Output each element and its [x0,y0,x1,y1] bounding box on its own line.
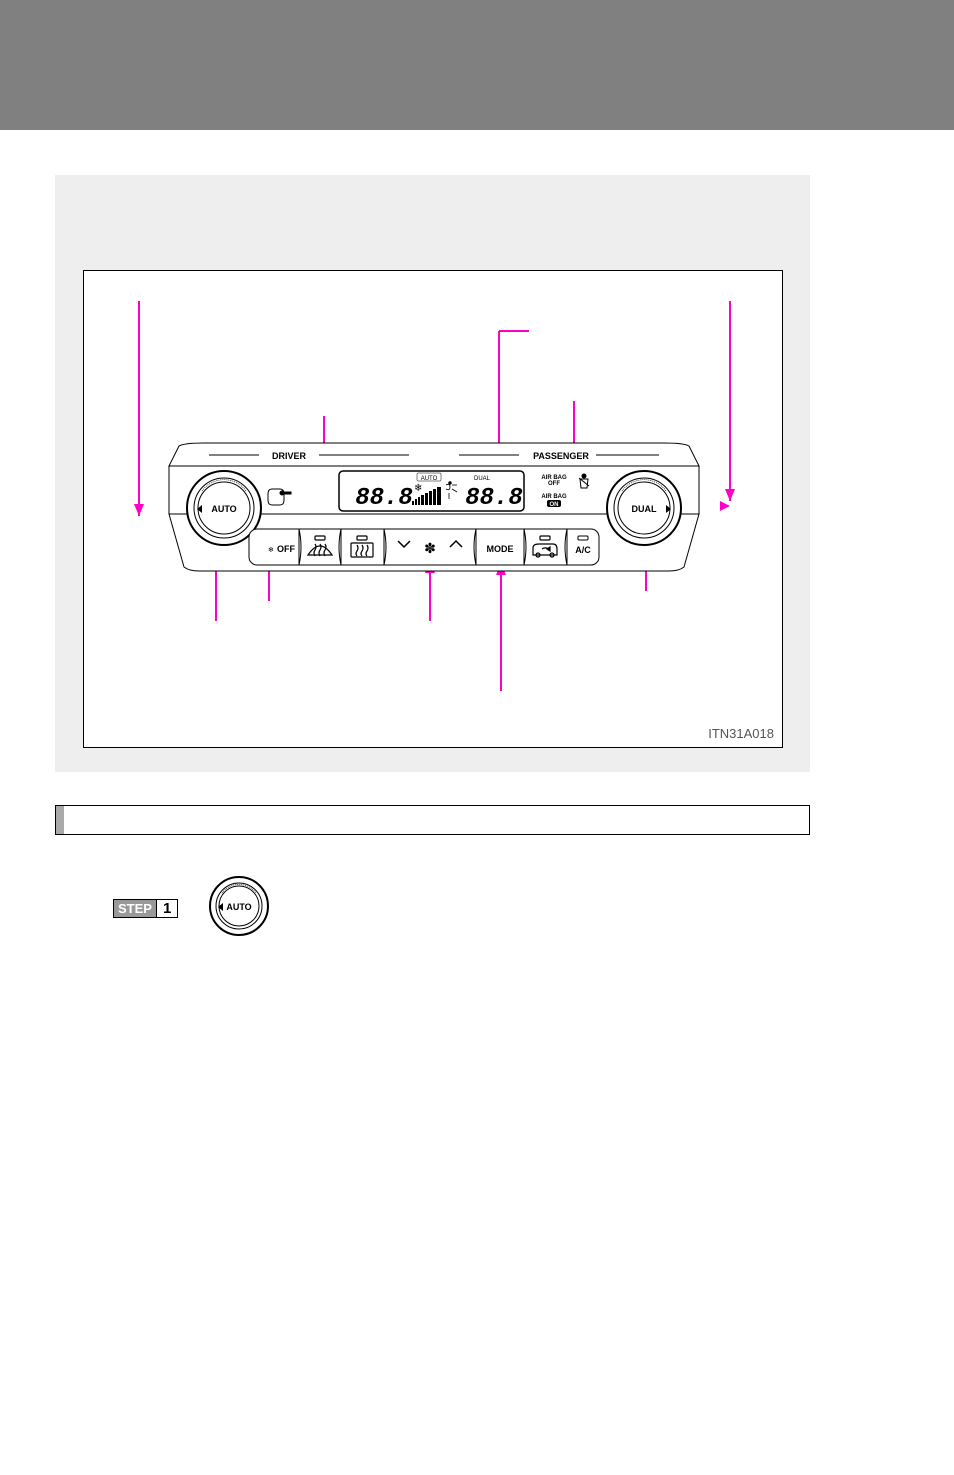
lcd-display: 88.8 AUTO ❄ [339,471,524,512]
svg-text:AUTO: AUTO [227,902,252,912]
svg-text:A/C: A/C [575,545,591,555]
climate-panel-illustration: DRIVER PASSENGER AUTO [84,271,784,749]
lcd-right-temp: 88.8 [465,485,523,512]
section-bar [55,805,810,835]
auto-knob-label: AUTO [211,504,236,514]
climate-panel-body: DRIVER PASSENGER AUTO [169,443,699,571]
diagram-panel: DRIVER PASSENGER AUTO [55,175,810,772]
svg-text:ON: ON [550,502,559,508]
svg-text:AIR BAG: AIR BAG [541,494,567,500]
step-label: STEP [114,900,156,917]
button-row: ❄ OFF [249,529,599,565]
diagram-frame: DRIVER PASSENGER AUTO [83,270,783,748]
header-band [0,0,954,130]
svg-text:OFF: OFF [548,481,560,487]
svg-text:❄: ❄ [414,483,422,494]
step-number: 1 [156,900,177,917]
diagram-code: ITN31A018 [708,726,774,741]
step-row: STEP 1 AUTO [55,875,270,942]
mode-button-label: MODE [487,544,514,554]
passenger-label: PASSENGER [533,451,589,461]
snowflake-icon: ❄ [268,546,274,554]
off-button-label: OFF [277,544,295,554]
step-auto-knob-illustration: AUTO [208,875,270,942]
dual-knob-label: DUAL [632,504,657,514]
lcd-dual: DUAL [474,476,491,482]
passenger-temp-knob: DUAL [607,471,681,545]
driver-label: DRIVER [272,451,307,461]
lcd-left-temp: 88.8 [355,485,413,512]
fan-icon: ✽ [424,540,436,556]
step-badge: STEP 1 [113,899,178,918]
